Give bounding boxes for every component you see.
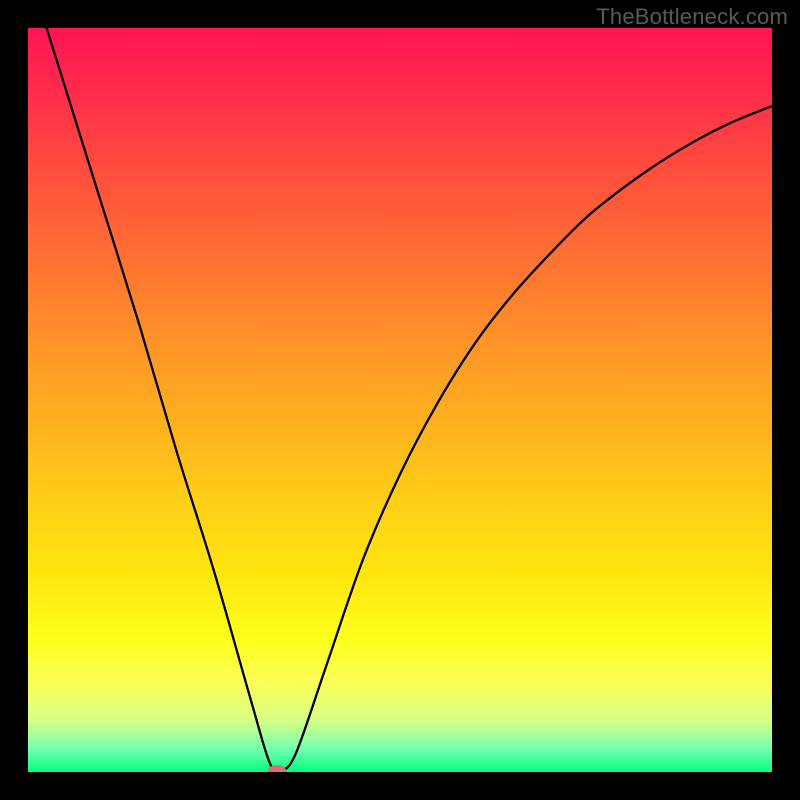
- chart-frame: TheBottleneck.com: [0, 0, 800, 800]
- bottleneck-curve: [28, 28, 772, 772]
- watermark-label: TheBottleneck.com: [596, 4, 788, 30]
- optimal-point-marker: [268, 765, 286, 772]
- plot-area: [28, 28, 772, 772]
- curve-layer: [28, 28, 772, 772]
